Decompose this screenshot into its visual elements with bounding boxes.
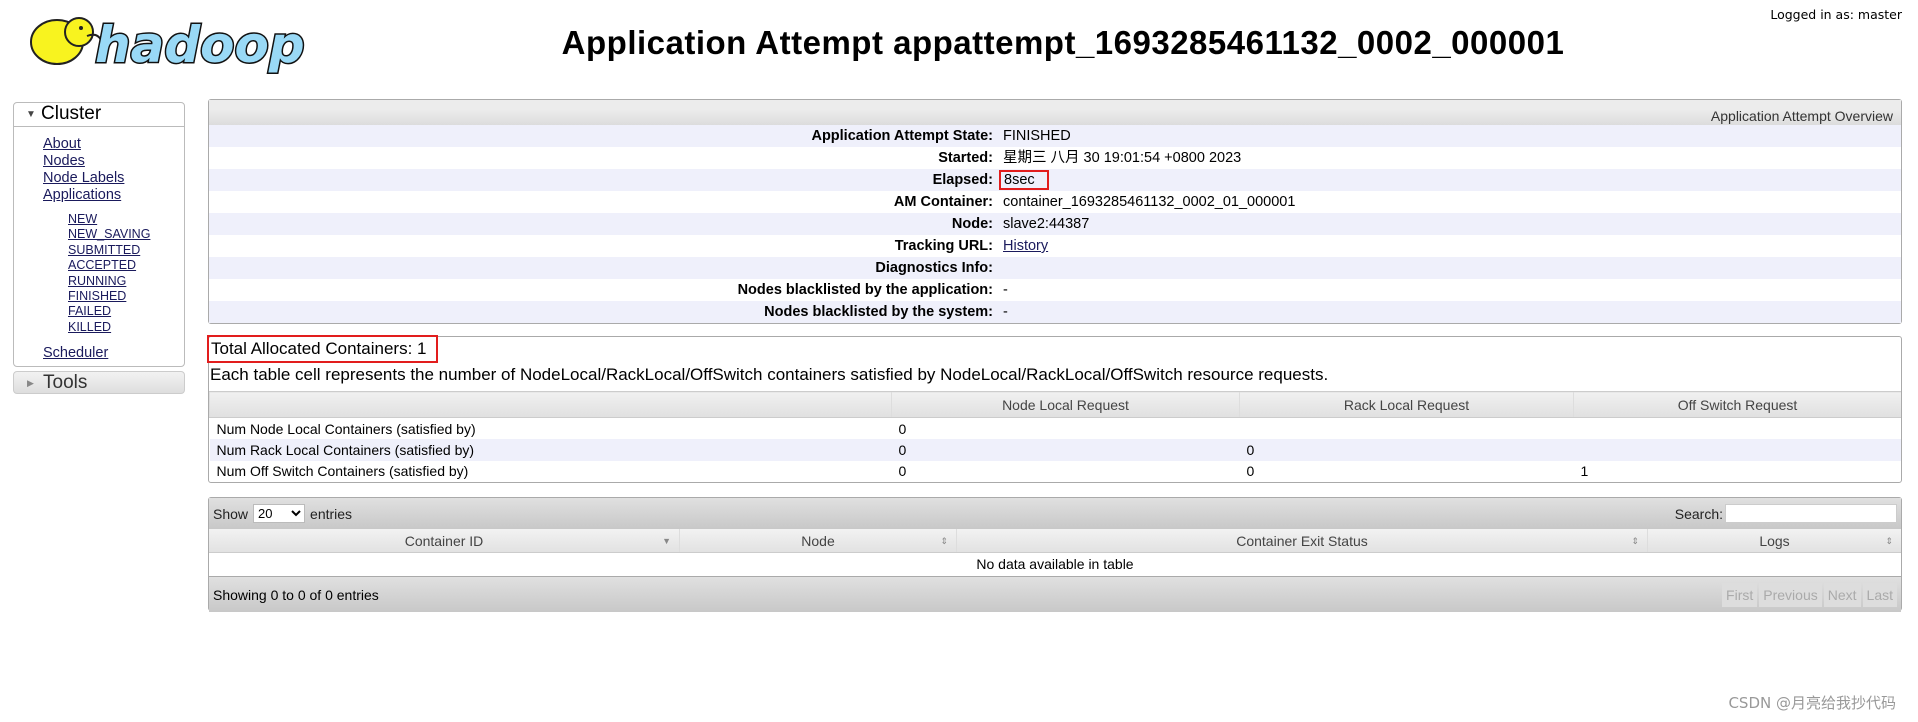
overview-heading: Application Attempt Overview bbox=[209, 100, 1901, 125]
table-row: Num Node Local Containers (satisfied by)… bbox=[216, 420, 907, 437]
triangle-right-icon: ▶ bbox=[27, 378, 34, 388]
nav-app-submitted[interactable]: SUBMITTED bbox=[68, 243, 184, 258]
table-row: Num Off Switch Containers (satisfied by)… bbox=[216, 463, 1589, 480]
pager-previous[interactable]: Previous bbox=[1759, 582, 1822, 607]
sort-icon: ⇕ bbox=[940, 536, 948, 546]
nav-app-new-saving[interactable]: NEW_SAVING bbox=[68, 227, 184, 242]
sort-icon: ⇕ bbox=[1631, 536, 1639, 546]
cluster-label: Cluster bbox=[41, 103, 102, 124]
empty-table-message: No data available in table bbox=[976, 556, 1134, 572]
logged-in-user: Logged in as: master bbox=[1770, 7, 1902, 22]
pager-first[interactable]: First bbox=[1722, 582, 1758, 607]
nav-node-labels[interactable]: Node Labels bbox=[43, 170, 184, 187]
column-header: Off Switch Request bbox=[1573, 391, 1901, 418]
table-info: Showing 0 to 0 of 0 entries bbox=[213, 586, 379, 603]
nav-app-new[interactable]: NEW bbox=[68, 212, 184, 227]
column-header: Rack Local Request bbox=[1239, 391, 1574, 418]
sort-icon: ⇕ bbox=[1885, 536, 1893, 546]
nav-scheduler[interactable]: Scheduler bbox=[43, 345, 184, 362]
search-label: Search: bbox=[1674, 505, 1723, 522]
show-label: Show bbox=[213, 505, 249, 522]
column-container-id[interactable]: Container ID ▼ bbox=[209, 529, 680, 552]
overview-row: Node: slave2:44387 bbox=[209, 213, 1901, 235]
nav-nodes[interactable]: Nodes bbox=[43, 153, 184, 170]
page-size-select[interactable]: 20 bbox=[253, 504, 306, 523]
overview-row: Started: 星期三 八月 30 19:01:54 +0800 2023 bbox=[938, 150, 1242, 166]
column-node[interactable]: Node ⇕ bbox=[680, 529, 957, 552]
overview-row: Nodes blacklisted by the system: - bbox=[209, 301, 1901, 323]
tools-label: Tools bbox=[43, 372, 88, 393]
pager-next[interactable]: Next bbox=[1823, 582, 1861, 607]
search-input[interactable] bbox=[1725, 504, 1897, 523]
column-header bbox=[209, 391, 892, 418]
nav-about[interactable]: About bbox=[43, 136, 184, 153]
entries-label: entries bbox=[310, 505, 353, 522]
attempt-overview: Application Attempt Overview Application… bbox=[208, 99, 1902, 324]
locality-table: Node Local Request Rack Local Request Of… bbox=[209, 391, 1901, 482]
overview-row: Application Attempt State: FINISHED bbox=[209, 125, 1901, 147]
nav-applications[interactable]: Applications bbox=[43, 187, 184, 204]
nav-app-killed[interactable]: KILLED bbox=[68, 320, 184, 335]
sidebar-cluster: ▼ Cluster About Nodes Node Labels Applica… bbox=[13, 102, 185, 367]
page-title: Application Attempt appattempt_169328546… bbox=[561, 24, 1565, 61]
overview-row: AM Container: container_1693285461132_000… bbox=[893, 194, 1296, 210]
nav-app-running[interactable]: RUNNING bbox=[68, 274, 184, 289]
nav-app-finished[interactable]: FINISHED bbox=[68, 289, 184, 304]
total-allocated-containers: Total Allocated Containers: 1 bbox=[207, 335, 439, 363]
column-exit-status[interactable]: Container Exit Status ⇕ bbox=[957, 529, 1648, 552]
table-row: Num Rack Local Containers (satisfied by)… bbox=[209, 439, 1901, 461]
nav-app-failed[interactable]: FAILED bbox=[68, 304, 184, 319]
elapsed-value: 8sec bbox=[999, 170, 1049, 190]
column-logs[interactable]: Logs ⇕ bbox=[1648, 529, 1901, 552]
cluster-toggle[interactable]: ▼ Cluster bbox=[14, 103, 184, 127]
sort-desc-icon: ▼ bbox=[662, 536, 671, 546]
column-header: Node Local Request bbox=[891, 391, 1240, 418]
allocation-description: Each table cell represents the number of… bbox=[210, 365, 1329, 384]
allocated-containers-panel: Total Allocated Containers: 1 Each table… bbox=[207, 335, 1902, 483]
triangle-down-icon: ▼ bbox=[26, 109, 36, 120]
watermark: CSDN @月亮给我抄代码 bbox=[1728, 694, 1896, 712]
nav-app-accepted[interactable]: ACCEPTED bbox=[68, 258, 184, 273]
sidebar-tools[interactable]: ▶ Tools bbox=[13, 371, 185, 394]
overview-row: Diagnostics Info: bbox=[209, 257, 1901, 279]
overview-row: Nodes blacklisted by the application: - bbox=[737, 282, 1008, 298]
pager-last[interactable]: Last bbox=[1862, 582, 1897, 607]
containers-datatable: Show 20 entries Search: Container ID ▼ No… bbox=[208, 497, 1902, 612]
overview-row: Elapsed: 8sec bbox=[209, 169, 1901, 191]
tracking-url-link[interactable]: History bbox=[1003, 238, 1048, 254]
overview-row: Tracking URL: History bbox=[894, 238, 1049, 254]
